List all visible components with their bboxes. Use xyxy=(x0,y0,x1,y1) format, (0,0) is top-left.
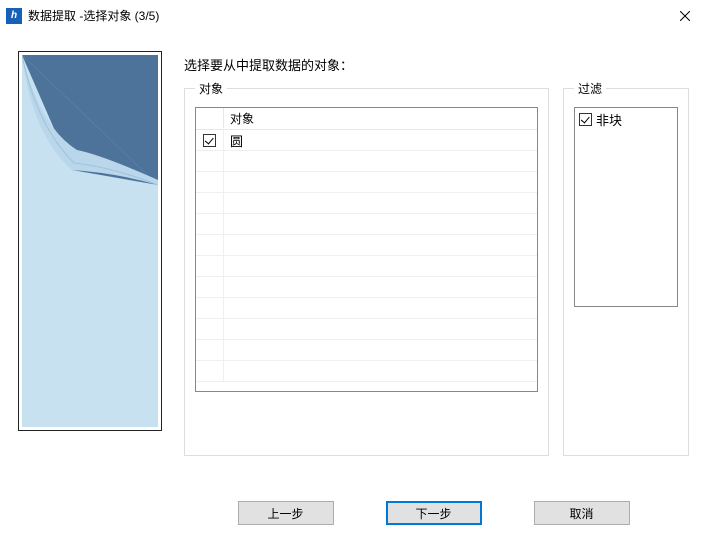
object-row[interactable]: 圆 xyxy=(196,130,537,151)
prev-button[interactable]: 上一步 xyxy=(238,501,334,525)
filter-list[interactable]: 非块 xyxy=(574,107,678,307)
wizard-preview xyxy=(18,51,162,431)
objects-list[interactable]: 对象 圆 xyxy=(195,107,538,392)
filter-row[interactable]: 非块 xyxy=(579,110,673,129)
next-button[interactable]: 下一步 xyxy=(386,501,482,525)
filter-row-name: 非块 xyxy=(596,110,622,129)
close-button[interactable] xyxy=(662,1,707,30)
objects-group: 对象 对象 圆 xyxy=(184,80,549,456)
filter-legend: 过滤 xyxy=(574,80,606,97)
objects-header-name: 对象 xyxy=(224,108,537,129)
page-curl-icon xyxy=(22,55,158,427)
instruction-label: 选择要从中提取数据的对象： xyxy=(184,55,689,74)
titlebar: h 数据提取 -选择对象 (3/5) xyxy=(0,0,707,31)
cancel-button[interactable]: 取消 xyxy=(534,501,630,525)
window-title: 数据提取 -选择对象 (3/5) xyxy=(28,7,159,24)
app-icon: h xyxy=(6,8,22,24)
wizard-buttons: 上一步 下一步 取消 xyxy=(0,501,707,525)
close-icon xyxy=(680,11,690,21)
object-row-name: 圆 xyxy=(224,131,537,150)
filter-row-checkbox[interactable] xyxy=(579,113,592,126)
object-row-checkbox[interactable] xyxy=(203,134,216,147)
filter-group: 过滤 非块 xyxy=(563,80,689,456)
objects-list-header: 对象 xyxy=(196,108,537,130)
content-area: 选择要从中提取数据的对象： 对象 对象 圆 xyxy=(0,31,707,541)
objects-legend: 对象 xyxy=(195,80,227,97)
